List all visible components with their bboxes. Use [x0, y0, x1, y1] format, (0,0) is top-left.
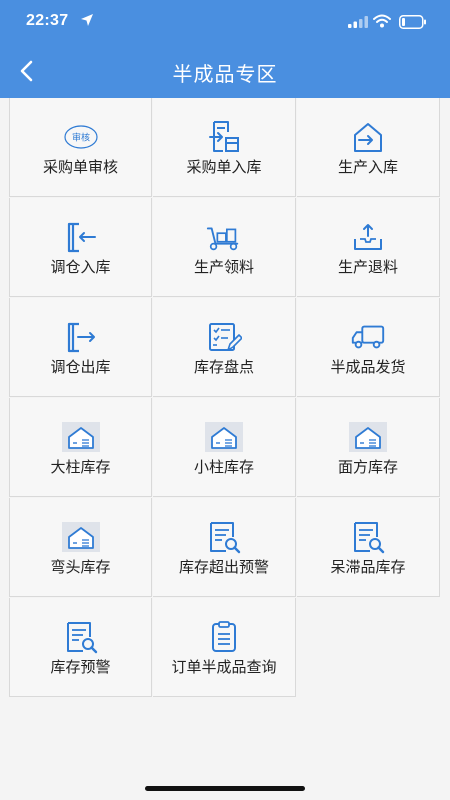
grid-item-label: 库存超出预警 — [178, 558, 269, 576]
audit-stamp-icon: 审核 — [62, 120, 100, 154]
status-bar: 22:37 — [0, 0, 450, 44]
report-search-icon — [62, 620, 100, 654]
grid-item[interactable]: 生产退料 — [297, 198, 440, 297]
grid-item-label: 订单半成品查询 — [171, 658, 277, 676]
grid-item-label: 库存预警 — [50, 658, 111, 676]
grid-item[interactable]: 库存盘点 — [153, 298, 296, 397]
grid-item-label: 生产退料 — [337, 258, 398, 276]
checklist-edit-icon — [205, 320, 243, 354]
status-time: 22:37 — [26, 12, 69, 29]
grid-item[interactable]: 呆滞品库存 — [297, 498, 440, 597]
warehouse-thumb-icon — [205, 420, 243, 454]
grid-item-label: 半成品发货 — [330, 358, 406, 376]
grid-item[interactable]: 采购单入库 — [153, 98, 296, 197]
door-enter-icon — [62, 220, 100, 254]
grid-item[interactable]: 小柱库存 — [153, 398, 296, 497]
warehouse-thumb-icon — [61, 520, 100, 554]
grid-item-label: 库存盘点 — [193, 358, 254, 376]
home-indicator[interactable] — [145, 786, 305, 791]
grid-item[interactable]: 生产领料 — [153, 198, 296, 297]
grid-item[interactable]: 调仓出库 — [9, 298, 152, 397]
warehouse-in-icon — [349, 120, 387, 154]
warehouse-thumb-icon — [349, 420, 387, 454]
grid-item-label: 面方库存 — [337, 458, 398, 476]
cellular-signal-icon — [348, 16, 368, 28]
grid-item[interactable]: 面方库存 — [297, 398, 440, 497]
grid-item[interactable]: 库存预警 — [9, 598, 152, 697]
grid-item[interactable]: 调仓入库 — [9, 198, 152, 297]
function-grid: 审核 采购单审核 采购单入库 生产入库 调仓入库 生产领料 生产退料 调仓出库 … — [9, 98, 441, 698]
app-header: 22:37 半成品专区 — [0, 0, 450, 98]
page-title: 半成品专区 — [172, 62, 278, 86]
grid-item[interactable]: 生产入库 — [297, 98, 440, 197]
location-arrow-icon — [81, 14, 93, 26]
grid-item[interactable]: 库存超出预警 — [153, 498, 296, 597]
svg-text:审核: 审核 — [71, 132, 89, 144]
grid-item[interactable]: 订单半成品查询 — [153, 598, 296, 697]
grid-item-label: 呆滞品库存 — [330, 558, 406, 576]
battery-icon — [399, 15, 426, 29]
grid-item-label: 生产入库 — [337, 158, 398, 176]
clipboard-list-icon — [205, 620, 243, 654]
grid-item[interactable]: 弯头库存 — [9, 498, 152, 597]
wifi-icon — [373, 14, 391, 28]
delivery-truck-icon — [349, 320, 387, 354]
grid-item-label: 大柱库存 — [50, 458, 111, 476]
grid-item-label: 生产领料 — [193, 258, 254, 276]
grid-item[interactable]: 半成品发货 — [297, 298, 440, 397]
tray-upload-icon — [349, 220, 387, 254]
grid-item-label: 采购单审核 — [42, 158, 118, 176]
document-inbound-icon — [205, 120, 243, 154]
grid-item-label: 弯头库存 — [50, 558, 111, 576]
report-search-icon — [205, 520, 243, 554]
grid-item-label: 调仓入库 — [50, 258, 111, 276]
grid-item-label: 采购单入库 — [186, 158, 262, 176]
grid-item[interactable]: 审核 采购单审核 — [9, 98, 152, 197]
grid-item[interactable]: 大柱库存 — [9, 398, 152, 497]
door-exit-icon — [62, 320, 100, 354]
warehouse-thumb-icon — [61, 420, 100, 454]
grid-item-label: 小柱库存 — [193, 458, 254, 476]
hand-truck-icon — [205, 220, 243, 254]
grid-item-label: 调仓出库 — [50, 358, 111, 376]
report-search-icon — [349, 520, 387, 554]
